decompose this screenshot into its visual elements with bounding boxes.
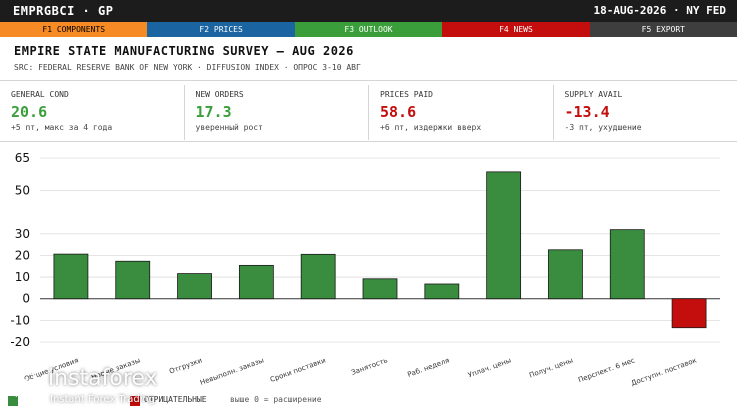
bar: [609, 229, 645, 300]
y-tick-label: 65: [15, 151, 30, 165]
top-bar: EMPRGBCI · GP 18-AUG-2026 · NY FED: [0, 0, 737, 22]
kpi-note: +5 пт, макс за 4 года: [11, 123, 113, 132]
x-tick-label: Перспект. 6 мес: [577, 356, 636, 384]
tab-news[interactable]: F4 NEWS: [442, 22, 590, 37]
kpi-value: -13.4: [564, 103, 610, 121]
bar: [53, 253, 89, 300]
tab-components[interactable]: F1 COMPONENTS: [0, 22, 148, 37]
ticker-symbol: EMPRGBCI · GP: [13, 4, 114, 18]
kpi-note: уверенный рост: [195, 123, 263, 132]
y-tick-label: 30: [15, 227, 30, 241]
bar: [362, 278, 398, 300]
x-tick-label: Уплач. цены: [467, 356, 512, 379]
bar: [424, 283, 460, 300]
tab-export[interactable]: F5 EXPORT: [589, 22, 737, 37]
kpi-label: NEW ORDERS: [195, 90, 244, 99]
kpi-new-orders: NEW ORDERS 17.3 уверенный рост: [185, 85, 369, 140]
bar: [238, 264, 274, 300]
tab-prices[interactable]: F2 PRICES: [147, 22, 295, 37]
kpi-label: GENERAL COND: [11, 90, 69, 99]
date-source: 18-AUG-2026 · NY FED: [593, 4, 726, 17]
tab-outlook[interactable]: F3 OUTLOOK: [294, 22, 443, 37]
kpi-label: PRICES PAID: [380, 90, 433, 99]
kpi-supply-avail: SUPPLY AVAIL -13.4 -3 пт, ухудшение: [554, 85, 737, 140]
x-tick-label: Получ. цены: [528, 356, 574, 379]
page-subtitle: SRC: FEDERAL RESERVE BANK OF NEW YORK · …: [14, 63, 361, 72]
y-tick-label: 50: [15, 183, 30, 197]
components-bar-chart: -20-1001020305065Общие условия Новые зака…: [10, 151, 720, 388]
kpi-value: 58.6: [380, 103, 417, 121]
x-tick-label: Занятость: [350, 356, 388, 377]
y-tick-label: -10: [10, 313, 30, 327]
kpi-general-cond: GENERAL COND 20.6 +5 пт, макс за 4 года: [0, 85, 185, 140]
x-tick-label: Доступн. поставок: [630, 356, 698, 387]
bar: [300, 253, 336, 300]
watermark: instaforex Instant Forex Trading: [4, 364, 184, 410]
watermark-tagline: Instant Forex Trading: [50, 394, 156, 405]
x-tick-label: Сроки поставки: [269, 356, 327, 384]
bar: [177, 273, 212, 300]
kpi-value: 17.3: [195, 103, 232, 121]
divider: [0, 80, 737, 81]
bar: [671, 298, 707, 329]
y-tick-label: 20: [15, 248, 30, 262]
y-tick-label: 0: [22, 292, 30, 306]
y-tick-label: 10: [15, 270, 30, 284]
kpi-prices-paid: PRICES PAID 58.6 +6 пт, издержки вверх: [369, 85, 554, 140]
x-tick-label: Раб. неделя: [406, 356, 450, 379]
page-title: EMPIRE STATE MANUFACTURING SURVEY — AUG …: [14, 44, 354, 58]
kpi-label: SUPPLY AVAIL: [564, 90, 623, 99]
function-key-bar: F1 COMPONENTS F2 PRICES F3 OUTLOOK F4 NE…: [0, 22, 737, 37]
bar: [548, 249, 583, 300]
kpi-note: -3 пт, ухудшение: [564, 123, 642, 132]
legend-note: выше 0 = расширение: [230, 395, 322, 404]
bar: [115, 260, 151, 300]
kpi-strip: GENERAL COND 20.6 +5 пт, макс за 4 года …: [0, 85, 737, 140]
bar: [486, 171, 522, 300]
watermark-name: instaforex: [48, 366, 158, 391]
kpi-value: 20.6: [11, 103, 48, 121]
watermark-logo-icon: [9, 369, 39, 399]
y-tick-label: -20: [10, 335, 30, 349]
x-tick-label: Невыполн. заказы: [199, 356, 265, 387]
kpi-note: +6 пт, издержки вверх: [380, 123, 482, 132]
